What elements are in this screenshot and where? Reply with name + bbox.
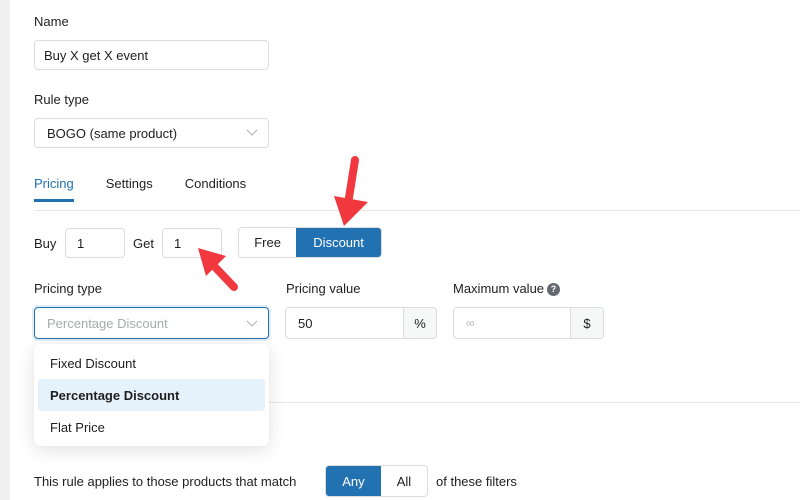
tabs: Pricing Settings Conditions	[34, 176, 278, 202]
maximum-value-label: Maximum value	[453, 281, 545, 296]
rule-type-label: Rule type	[34, 92, 89, 107]
name-label: Name	[34, 14, 69, 29]
pricing-type-select[interactable]: Percentage Discount	[34, 307, 269, 339]
pricing-value-input[interactable]: 50 %	[285, 307, 437, 339]
buy-quantity-value: 1	[77, 235, 85, 251]
tab-settings[interactable]: Settings	[106, 176, 153, 202]
pricing-value: 50	[298, 315, 313, 331]
maximum-value-input[interactable]: ∞ $	[453, 307, 604, 339]
dropdown-option-flat-price[interactable]: Flat Price	[38, 411, 265, 443]
filter-match-prefix: This rule applies to those products that…	[34, 474, 297, 489]
match-toggle: Any All	[325, 465, 428, 497]
rule-type-value: BOGO (same product)	[47, 125, 178, 141]
discount-option[interactable]: Discount	[296, 228, 381, 257]
tabs-divider	[34, 210, 800, 211]
tab-conditions[interactable]: Conditions	[185, 176, 246, 202]
help-icon[interactable]: ?	[547, 283, 561, 296]
maximum-value-placeholder: ∞	[466, 316, 475, 330]
chevron-down-icon	[246, 129, 258, 136]
dollar-suffix: $	[570, 308, 603, 338]
tab-pricing[interactable]: Pricing	[34, 176, 74, 202]
left-rail	[0, 0, 10, 500]
rule-type-select[interactable]: BOGO (same product)	[34, 118, 269, 148]
maximum-value-label-wrap: Maximum value?	[453, 281, 561, 296]
dropdown-option-fixed-discount[interactable]: Fixed Discount	[38, 347, 265, 379]
dropdown-option-percentage-discount[interactable]: Percentage Discount	[38, 379, 265, 411]
annotation-arrow-down-icon	[334, 156, 368, 226]
get-quantity-value: 1	[174, 235, 182, 251]
name-input[interactable]: Buy X get X event	[34, 40, 269, 70]
buy-quantity-input[interactable]: 1	[65, 228, 125, 258]
match-all-option[interactable]: All	[381, 466, 427, 496]
buy-label: Buy	[34, 236, 57, 251]
free-option[interactable]: Free	[239, 228, 296, 257]
match-any-option[interactable]: Any	[326, 466, 381, 496]
pricing-type-label: Pricing type	[34, 281, 102, 296]
annotation-arrow-up-left-icon	[198, 248, 238, 291]
percent-suffix: %	[403, 308, 436, 338]
pricing-value-label: Pricing value	[286, 281, 361, 296]
chevron-down-icon	[246, 320, 258, 327]
pricing-type-value: Percentage Discount	[47, 315, 168, 331]
pricing-type-dropdown: Fixed Discount Percentage Discount Flat …	[34, 344, 269, 446]
name-input-value: Buy X get X event	[44, 47, 149, 63]
filter-match-suffix: of these filters	[436, 474, 517, 489]
get-label: Get	[133, 236, 154, 251]
